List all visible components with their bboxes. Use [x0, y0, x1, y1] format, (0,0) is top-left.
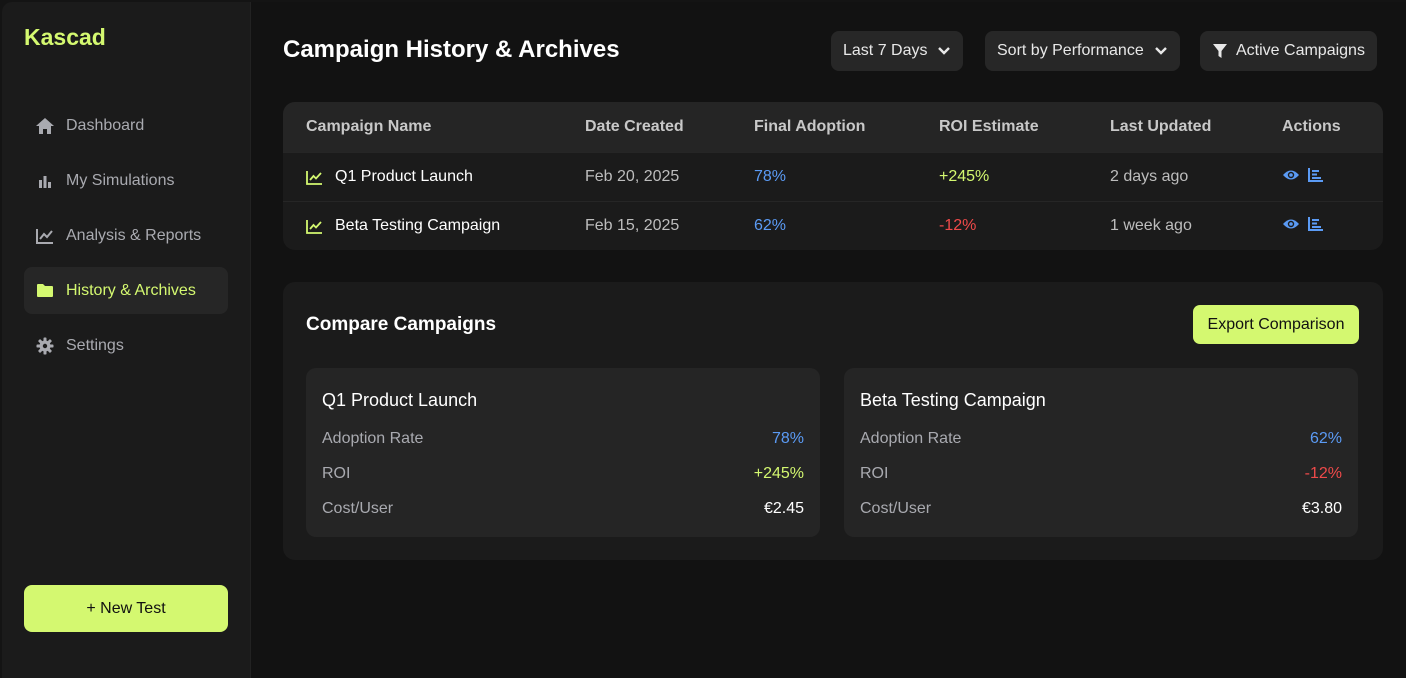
folder-icon	[34, 281, 56, 301]
report-chart-icon[interactable]	[1308, 216, 1324, 236]
metric-row: ROI -12%	[860, 465, 1342, 483]
sidebar-nav: Dashboard My Simulations Analysis & Repo…	[24, 102, 228, 377]
row-actions	[1282, 216, 1324, 236]
gear-icon	[34, 336, 56, 356]
view-eye-icon[interactable]	[1282, 217, 1300, 236]
campaign-table: Campaign Name Date Created Final Adoptio…	[283, 102, 1383, 250]
date-range-value: Last 7 Days	[843, 42, 928, 59]
brand-logo: Kascad	[24, 24, 106, 50]
line-chart-icon	[34, 226, 56, 246]
campaign-name-cell: Beta Testing Campaign	[306, 217, 500, 235]
main-content: Campaign History & Archives Last 7 Days …	[251, 2, 1406, 678]
sidebar-item-analysis-reports[interactable]: Analysis & Reports	[24, 212, 228, 259]
metric-label: Adoption Rate	[322, 430, 424, 447]
row-actions	[1282, 167, 1324, 187]
metric-label: Cost/User	[322, 500, 394, 517]
chevron-down-icon	[937, 46, 951, 56]
column-header: ROI Estimate	[939, 118, 1039, 135]
metric-value: 62%	[1309, 430, 1342, 447]
metric-label: Adoption Rate	[860, 430, 962, 447]
sidebar-item-label: My Simulations	[66, 171, 175, 189]
status-filter-value: Active Campaigns	[1236, 42, 1365, 59]
campaign-name: Beta Testing Campaign	[335, 217, 501, 234]
metric-row: Adoption Rate 62%	[860, 430, 1342, 448]
metric-value: +245%	[753, 465, 804, 482]
comparison-card: Beta Testing Campaign Adoption Rate 62% …	[844, 368, 1358, 537]
column-header: Campaign Name	[306, 118, 432, 135]
sidebar-item-my-simulations[interactable]: My Simulations	[24, 157, 228, 204]
metric-value: €2.45	[763, 500, 804, 517]
page-title: Campaign History & Archives	[283, 36, 620, 63]
sidebar-item-label: Settings	[66, 336, 124, 354]
column-header: Actions	[1282, 118, 1341, 135]
date-range-dropdown[interactable]: Last 7 Days	[831, 31, 964, 71]
metric-value: 78%	[771, 430, 804, 447]
metric-value: -12%	[1304, 465, 1342, 482]
roi-estimate: -12%	[939, 217, 977, 234]
sort-value: Sort by Performance	[997, 42, 1144, 59]
sidebar-item-dashboard[interactable]: Dashboard	[24, 102, 228, 149]
table-row[interactable]: Q1 Product Launch Feb 20, 2025 78% +245%…	[283, 152, 1383, 201]
filter-icon	[1212, 43, 1228, 59]
compare-title: Compare Campaigns	[306, 314, 497, 335]
export-comparison-button[interactable]: Export Comparison	[1193, 305, 1359, 344]
comparison-campaign-name: Q1 Product Launch	[322, 390, 478, 410]
view-eye-icon[interactable]	[1282, 168, 1300, 187]
metric-label: Cost/User	[860, 500, 932, 517]
trend-icon	[306, 219, 323, 234]
column-header: Final Adoption	[754, 118, 866, 135]
trend-icon	[306, 170, 323, 185]
last-updated: 1 week ago	[1110, 217, 1192, 234]
campaign-name-cell: Q1 Product Launch	[306, 168, 473, 186]
metric-row: Cost/User €2.45	[322, 500, 804, 518]
chevron-down-icon	[1154, 46, 1168, 56]
comparison-card: Q1 Product Launch Adoption Rate 78% ROI …	[306, 368, 820, 537]
table-row[interactable]: Beta Testing Campaign Feb 15, 2025 62% -…	[283, 201, 1383, 250]
final-adoption: 62%	[754, 217, 787, 234]
compare-campaigns-panel: Compare Campaigns Export Comparison Q1 P…	[283, 282, 1383, 560]
home-icon	[34, 116, 56, 136]
metric-value: €3.80	[1301, 500, 1342, 517]
sidebar-item-label: History & Archives	[66, 281, 196, 299]
table-header: Campaign Name Date Created Final Adoptio…	[283, 102, 1383, 152]
comparison-campaign-name: Beta Testing Campaign	[860, 390, 1046, 410]
new-test-button[interactable]: + New Test	[24, 585, 228, 632]
column-header: Last Updated	[1110, 118, 1212, 135]
date-created: Feb 20, 2025	[585, 168, 680, 185]
sidebar-item-label: Dashboard	[66, 116, 145, 134]
metric-row: ROI +245%	[322, 465, 804, 483]
metric-row: Cost/User €3.80	[860, 500, 1342, 518]
report-chart-icon[interactable]	[1308, 167, 1324, 187]
metric-label: ROI	[322, 465, 351, 482]
date-created: Feb 15, 2025	[585, 217, 680, 234]
sidebar-item-label: Analysis & Reports	[66, 226, 202, 244]
sort-dropdown[interactable]: Sort by Performance	[985, 31, 1180, 71]
column-header: Date Created	[585, 118, 684, 135]
status-filter-button[interactable]: Active Campaigns	[1200, 31, 1377, 71]
final-adoption: 78%	[754, 168, 787, 185]
roi-estimate: +245%	[939, 168, 990, 185]
sidebar: Kascad Dashboard My Simulations Analysis…	[2, 2, 251, 678]
last-updated: 2 days ago	[1110, 168, 1189, 185]
metric-row: Adoption Rate 78%	[322, 430, 804, 448]
campaign-name: Q1 Product Launch	[335, 168, 473, 185]
sidebar-item-settings[interactable]: Settings	[24, 322, 228, 369]
bar-chart-icon	[34, 171, 56, 191]
metric-label: ROI	[860, 465, 889, 482]
sidebar-item-history-archives[interactable]: History & Archives	[24, 267, 228, 314]
app-window: Kascad Dashboard My Simulations Analysis…	[2, 2, 1406, 678]
